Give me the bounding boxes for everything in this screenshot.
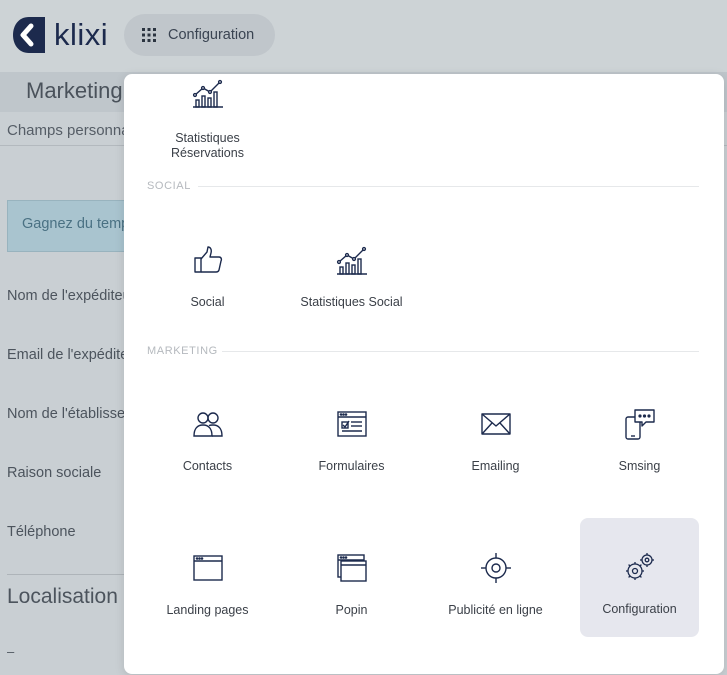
klixi-logo-icon (13, 17, 45, 53)
menu-item-label: Emailing (471, 459, 520, 473)
menu-item-label: Statistiques Social (300, 295, 403, 309)
users-icon (193, 412, 223, 437)
menu-item-emailing[interactable]: Emailing (436, 375, 555, 494)
page-title: Marketing : (26, 78, 135, 103)
menu-item-configuration[interactable]: Configuration (580, 518, 699, 637)
field-label-company-name: Raison sociale (7, 465, 102, 481)
menu-item-label: Contacts (182, 459, 233, 473)
menu-item-smsing[interactable]: Smsing (580, 375, 699, 494)
menu-item-landing-pages[interactable]: Landing pages (148, 519, 267, 638)
apps-menu-button[interactable]: Configuration (124, 14, 275, 56)
menu-item-label: Popin (335, 603, 368, 617)
menu-item-popin[interactable]: Popin (292, 519, 411, 638)
menu-item-label: Social (190, 295, 225, 309)
menu-item-statistiques-social[interactable]: Statistiques Social (292, 211, 411, 330)
grid-icon (142, 28, 156, 42)
menu-item-statistiques-reservations[interactable]: Statistiques Réservations (148, 74, 267, 160)
menu-item-label: Statistiques Réservations (171, 131, 244, 160)
menu-item-social[interactable]: Social (148, 211, 267, 330)
chart-growth-icon (192, 79, 223, 108)
menu-item-publicite-en-ligne[interactable]: Publicité en ligne (436, 519, 555, 638)
group-label-marketing: MARKETING (147, 345, 218, 357)
field-label-phone: Téléphone (7, 524, 76, 540)
chart-growth-icon (336, 246, 367, 275)
envelope-icon (481, 413, 511, 435)
gears-icon (626, 553, 654, 580)
info-banner-text: Gagnez du temp (22, 216, 130, 232)
field-label-sender-email: Email de l'expédite (7, 347, 129, 363)
subnav-tab-champs[interactable]: Champs personna (7, 122, 130, 139)
group-divider (198, 186, 699, 187)
menu-item-label: Publicité en ligne (448, 603, 543, 617)
placeholder-dash: – (7, 644, 15, 659)
group-label-social: SOCIAL (147, 180, 191, 192)
divider (7, 574, 127, 575)
group-divider (222, 351, 699, 352)
field-label-sender-name: Nom de l'expéditeu (7, 288, 131, 304)
thumbs-up-icon (194, 246, 223, 273)
apps-menu-label: Configuration (168, 27, 255, 43)
brand-logo[interactable]: klixi (12, 16, 108, 54)
browser-window-icon (193, 555, 223, 581)
menu-item-label: Formulaires (318, 459, 385, 473)
target-crosshair-icon (481, 553, 511, 583)
top-bar: klixi Configuration (0, 0, 727, 72)
logo-text: klixi (54, 17, 109, 52)
menu-item-contacts[interactable]: Contacts (148, 375, 267, 494)
menu-item-label: Configuration (602, 602, 677, 616)
sms-chat-icon (625, 409, 655, 440)
section-title-localisation: Localisation (7, 585, 118, 608)
apps-dropdown-panel: Statistiques Réservations SOCIAL Social … (124, 74, 724, 674)
menu-item-label: Landing pages (166, 603, 249, 617)
popup-windows-icon (337, 554, 367, 582)
field-label-establishment: Nom de l'établissen (7, 406, 134, 422)
form-icon (337, 411, 367, 437)
menu-item-formulaires[interactable]: Formulaires (292, 375, 411, 494)
menu-item-label: Smsing (618, 459, 661, 473)
